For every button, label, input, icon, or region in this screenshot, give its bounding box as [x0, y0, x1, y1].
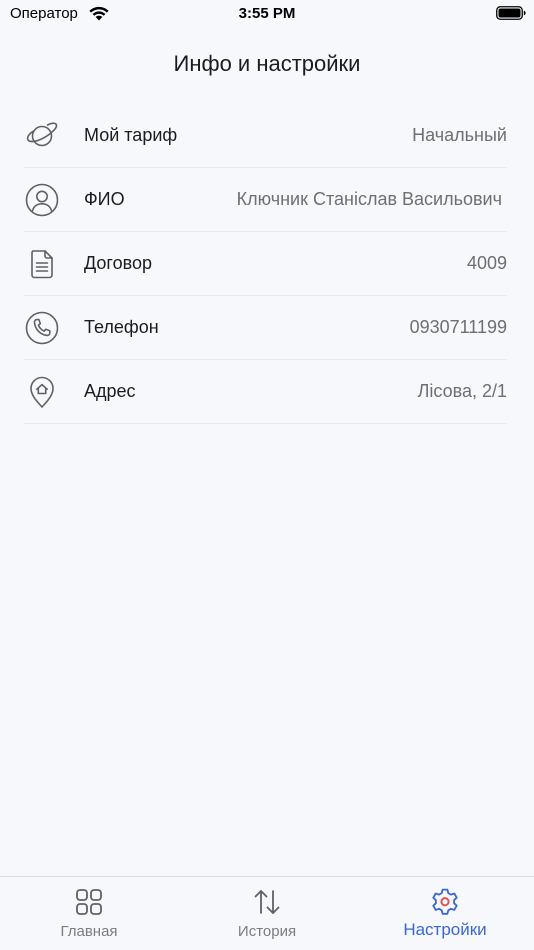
row-label: Мой тариф	[84, 125, 178, 145]
row-value: Ключник Станіслав Васильович	[236, 189, 502, 209]
location-home-icon	[24, 374, 60, 410]
document-icon	[24, 246, 60, 282]
battery-icon	[496, 6, 526, 20]
planet-icon	[24, 118, 60, 154]
row-label: Договор	[84, 253, 152, 273]
tab-label: Главная	[60, 923, 118, 940]
row-label: Адрес	[84, 381, 136, 401]
row-value: Начальный	[412, 125, 507, 145]
info-row-tariff[interactable]: Мой тариф Начальный	[24, 104, 507, 168]
row-value: 4009	[466, 253, 507, 273]
row-value: 0930711199	[409, 317, 507, 337]
tab-settings[interactable]: Настройки	[356, 877, 534, 950]
row-label: Телефон	[84, 317, 159, 337]
row-value: Лісова, 2/1	[417, 381, 507, 401]
grid-icon	[74, 887, 104, 917]
page-title: Инфо и настройки	[173, 51, 361, 76]
tab-label: История	[237, 923, 297, 940]
tab-label: Настройки	[403, 920, 487, 939]
info-list: Мой тариф Начальный ФИО Ключник Станісла…	[24, 104, 507, 424]
info-row-phone[interactable]: Телефон 0930711199	[24, 296, 507, 360]
info-row-address[interactable]: Адрес Лісова, 2/1	[24, 360, 507, 424]
status-bar: Оператор 3:55 PM	[0, 0, 534, 30]
gear-icon	[430, 887, 460, 917]
tab-history[interactable]: История	[178, 877, 356, 950]
status-time: 3:55 PM	[238, 5, 296, 22]
phone-icon	[24, 310, 60, 346]
info-row-name[interactable]: ФИО Ключник Станіслав Васильович	[24, 168, 507, 232]
info-row-contract[interactable]: Договор 4009	[24, 232, 507, 296]
user-icon	[24, 182, 60, 218]
row-label: ФИО	[84, 189, 125, 209]
tab-bar: Главная История Настройки	[0, 876, 534, 950]
arrows-updown-icon	[252, 887, 282, 917]
tab-home[interactable]: Главная	[0, 877, 178, 950]
